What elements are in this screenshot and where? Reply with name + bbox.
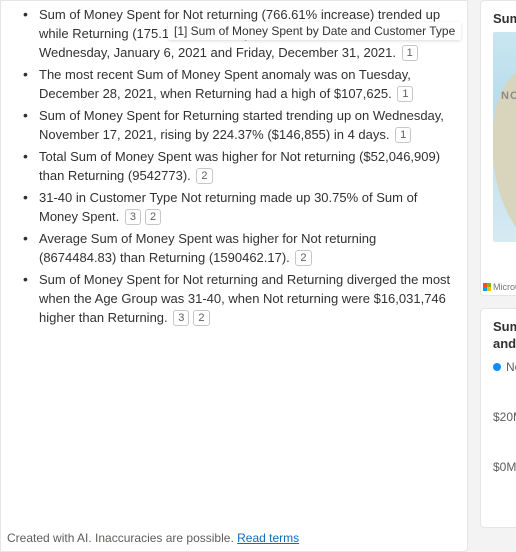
insight-item: Average Sum of Money Spent was higher fo… <box>39 229 453 267</box>
microsoft-logo-icon <box>483 283 491 291</box>
y-axis-label-20m: $20M <box>493 410 516 424</box>
insight-text: Total Sum of Money Spent was higher for … <box>39 149 440 183</box>
bar-chart-title-line2: and Cust <box>493 336 516 351</box>
chart-legend: Not ret <box>493 359 516 374</box>
ai-disclaimer-text: Created with AI. Inaccuracies are possib… <box>7 531 237 545</box>
map-attribution: Micro© 20 <box>483 282 516 292</box>
y-axis-label-0m: $0M <box>493 460 516 474</box>
reference-badge[interactable]: 2 <box>196 168 212 184</box>
legend-item-not-returning: Not ret <box>506 360 516 374</box>
map-visual[interactable]: NORTH <box>493 32 516 242</box>
insight-text: Sum of Money Spent for Not returning and… <box>39 272 450 325</box>
insight-item: Sum of Money Spent for Returning started… <box>39 106 453 144</box>
reference-badge[interactable]: 3 <box>125 209 141 225</box>
reference-badge[interactable]: 2 <box>295 250 311 266</box>
insight-text: The most recent Sum of Money Spent anoma… <box>39 67 411 101</box>
reference-badge[interactable]: 2 <box>193 310 209 326</box>
reference-badge[interactable]: 1 <box>397 86 413 102</box>
insights-panel: Sum of Money Spent for Not returning (76… <box>0 0 468 552</box>
reference-badge[interactable]: 1 <box>402 45 418 61</box>
reference-badge[interactable]: 3 <box>173 310 189 326</box>
side-column: Sum of M NORTH Micro© 20 Sum of M and Cu… <box>480 0 516 540</box>
map-card-title: Sum of M <box>493 11 516 26</box>
legend-dot-icon <box>493 363 501 371</box>
map-card[interactable]: Sum of M NORTH Micro© 20 <box>480 0 516 296</box>
reference-badge[interactable]: 1 <box>395 127 411 143</box>
insight-item: 31-40 in Customer Type Not returning mad… <box>39 188 453 226</box>
read-terms-link[interactable]: Read terms <box>237 531 299 545</box>
insight-item: Sum of Money Spent for Not returning and… <box>39 270 453 327</box>
insight-text: Sum of Money Spent for Returning started… <box>39 108 444 142</box>
map-landmass <box>493 54 516 242</box>
map-region-label: NORTH <box>501 90 516 102</box>
insight-item: Total Sum of Money Spent was higher for … <box>39 147 453 185</box>
insight-text: 31-40 in Customer Type Not returning mad… <box>39 190 417 224</box>
bar-chart-card[interactable]: Sum of M and Cust Not ret $20M $0M <box>480 308 516 528</box>
reference-badge[interactable]: 2 <box>145 209 161 225</box>
reference-tooltip: [1] Sum of Money Spent by Date and Custo… <box>168 22 461 40</box>
insights-list: Sum of Money Spent for Not returning (76… <box>1 1 461 338</box>
insight-item: The most recent Sum of Money Spent anoma… <box>39 65 453 103</box>
bar-chart-title-line1: Sum of M <box>493 319 516 334</box>
insight-text: Average Sum of Money Spent was higher fo… <box>39 231 376 265</box>
ai-disclaimer-footer: Created with AI. Inaccuracies are possib… <box>7 527 461 545</box>
